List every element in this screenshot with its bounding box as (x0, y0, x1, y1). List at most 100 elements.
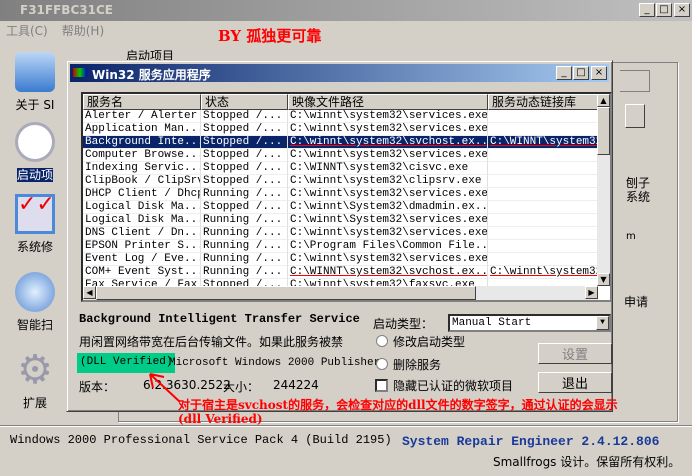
table-row[interactable]: Logical Disk Ma... Stopped /... C:\winnt\S… (83, 201, 610, 214)
hammer-icon (15, 52, 55, 92)
table-cell: C:\WINNT\system32\svchost.ex... (288, 266, 488, 279)
list-header: 服务名 状态 映像文件路径 服务动态链接库 (83, 94, 610, 110)
table-cell: Alerter / Alerter (83, 110, 201, 123)
table-cell: C:\winnt\system32\services.exe (288, 123, 488, 136)
table-row[interactable]: Indexing Servic... Stopped /... C:\WINNT\s… (83, 162, 610, 175)
sidebar-label: 智能扫 (16, 318, 53, 332)
table-cell: Stopped /... (201, 201, 288, 214)
vertical-scrollbar[interactable]: ▲ ▼ (597, 94, 610, 286)
table-cell: C:\WINNT\system32\cisvc.exe (288, 162, 488, 175)
hide-verified-checkbox[interactable] (375, 379, 388, 392)
table-cell: C:\winnt\system32\services.exe (288, 227, 488, 240)
dialog-close-button[interactable]: × (591, 66, 607, 80)
sidebar-item-scan[interactable]: 智能扫 (0, 272, 70, 350)
sidebar-item-extend[interactable]: ⚙ 扩展 (0, 350, 70, 411)
app-icon (73, 68, 87, 77)
sidebar-item-repair[interactable]: ✓✓ 系统修 (0, 194, 70, 272)
chevron-down-icon[interactable]: ▼ (596, 316, 609, 330)
column-header-path[interactable]: 映像文件路径 (288, 94, 488, 110)
hscroll-thumb[interactable] (96, 286, 476, 300)
window-title: F31FFBC31CE (20, 3, 113, 17)
table-cell: DNS Client / Dn... (83, 227, 201, 240)
scroll-up-button[interactable]: ▲ (597, 94, 610, 107)
table-cell (488, 214, 598, 227)
table-cell: C:\winnt\system32\svchost.ex... (288, 136, 488, 149)
column-header-name[interactable]: 服务名 (83, 94, 201, 110)
table-cell (488, 162, 598, 175)
table-cell: Stopped /... (201, 123, 288, 136)
watermark-text: BY 孤独更可靠 (218, 27, 322, 45)
scroll-thumb[interactable] (597, 107, 610, 155)
table-cell (488, 227, 598, 240)
radio-delete-label[interactable]: 删除服务 (393, 356, 441, 373)
menu-tools[interactable]: 工具(C) (6, 24, 48, 38)
dialog-maximize-button[interactable]: □ (573, 66, 589, 80)
table-cell: Stopped /... (201, 175, 288, 188)
table-cell: ClipBook / ClipSrv (83, 175, 201, 188)
set-button[interactable]: 设置 (538, 343, 612, 364)
sidebar-label: 启动项 (16, 168, 53, 182)
minimize-button[interactable]: _ (639, 3, 655, 17)
dialog-title: Win32 服务应用程序 (92, 68, 211, 82)
service-description: 用闲置网络带宽在后台传输文件。如果此服务被禁 (79, 335, 344, 349)
table-cell: C:\winnt\system32\services.exe (288, 188, 488, 201)
table-cell: Running /... (201, 227, 288, 240)
table-cell: Stopped /... (201, 136, 288, 149)
sidebar-label: 扩展 (22, 396, 47, 410)
version-label: 版本： (79, 380, 116, 394)
table-row[interactable]: DHCP Client / Dhcp Running /... C:\winnt\s… (83, 188, 610, 201)
table-cell (488, 240, 598, 253)
services-list: 服务名 状态 映像文件路径 服务动态链接库 Alerter / Alerter S… (81, 92, 612, 302)
maximize-button[interactable]: □ (656, 3, 672, 17)
column-header-status[interactable]: 状态 (201, 94, 288, 110)
table-row[interactable]: Computer Browse... Stopped /... C:\winnt\s… (83, 149, 610, 162)
table-row[interactable]: Event Log / Eve... Running /... C:\winnt\s… (83, 253, 610, 266)
table-row[interactable]: COM+ Event Syst... Running /... C:\WINNT\s… (83, 266, 610, 279)
table-row[interactable]: Application Man... Stopped /... C:\winnt\s… (83, 123, 610, 136)
table-cell: C:\winnt\System32\services.exe (288, 214, 488, 227)
menu-help[interactable]: 帮助(H) (62, 24, 104, 38)
table-cell: Running /... (201, 214, 288, 227)
table-row[interactable]: Background Inte... Stopped /... C:\winnt\s… (83, 136, 610, 149)
hide-verified-label[interactable]: 隐藏已认证的微软项目 (393, 377, 513, 394)
table-cell: Logical Disk Ma... (83, 214, 201, 227)
table-cell: COM+ Event Syst... (83, 266, 201, 279)
table-row[interactable]: EPSON Printer S... Running /... C:\Program… (83, 240, 610, 253)
size-value: 244224 (273, 378, 319, 392)
scroll-down-button[interactable]: ▼ (597, 273, 610, 286)
table-row[interactable]: Logical Disk Ma... Running /... C:\winnt\S… (83, 214, 610, 227)
table-cell (488, 201, 598, 214)
table-cell: Running /... (201, 188, 288, 201)
table-cell (488, 188, 598, 201)
table-cell: C:\winnt\system32\services.exe (288, 253, 488, 266)
table-row[interactable]: ClipBook / ClipSrv Stopped /... C:\winnt\s… (83, 175, 610, 188)
exit-button[interactable]: 退出 (538, 372, 612, 393)
table-cell (488, 175, 598, 188)
window-title-bar: F31FFBC31CE (0, 0, 692, 21)
copyright: Smallfrogs 设计。保留所有权利。 (493, 455, 681, 469)
start-type-select[interactable]: Manual Start ▼ (448, 314, 611, 332)
partial-text: 申请 (624, 295, 649, 309)
horizontal-scrollbar[interactable]: ◀ ▶ (83, 286, 598, 300)
table-cell: Logical Disk Ma... (83, 201, 201, 214)
radio-modify-label[interactable]: 修改启动类型 (393, 333, 465, 350)
os-info: Windows 2000 Professional Service Pack 4… (10, 433, 392, 447)
table-cell (488, 110, 598, 123)
partial-button[interactable] (625, 104, 645, 128)
sidebar-label: 系统修 (16, 240, 53, 254)
dialog-minimize-button[interactable]: _ (556, 66, 572, 80)
radio-modify-start[interactable] (376, 335, 388, 347)
radio-delete-service[interactable] (376, 358, 388, 370)
sidebar-item-about[interactable]: 关于 SI (0, 52, 70, 122)
column-header-dll[interactable]: 服务动态链接库 (488, 94, 598, 110)
table-cell: DHCP Client / Dhcp (83, 188, 201, 201)
clock-icon (15, 122, 55, 162)
tab-edge (620, 70, 650, 92)
scroll-right-button[interactable]: ▶ (585, 286, 598, 299)
table-row[interactable]: DNS Client / Dn... Running /... C:\winnt\s… (83, 227, 610, 240)
sidebar-item-startup[interactable]: 启动项 (0, 122, 70, 194)
close-button[interactable]: × (674, 3, 690, 17)
scroll-left-button[interactable]: ◀ (83, 286, 96, 299)
table-row[interactable]: Alerter / Alerter Stopped /... C:\winnt\sy… (83, 110, 610, 123)
table-cell: Stopped /... (201, 162, 288, 175)
